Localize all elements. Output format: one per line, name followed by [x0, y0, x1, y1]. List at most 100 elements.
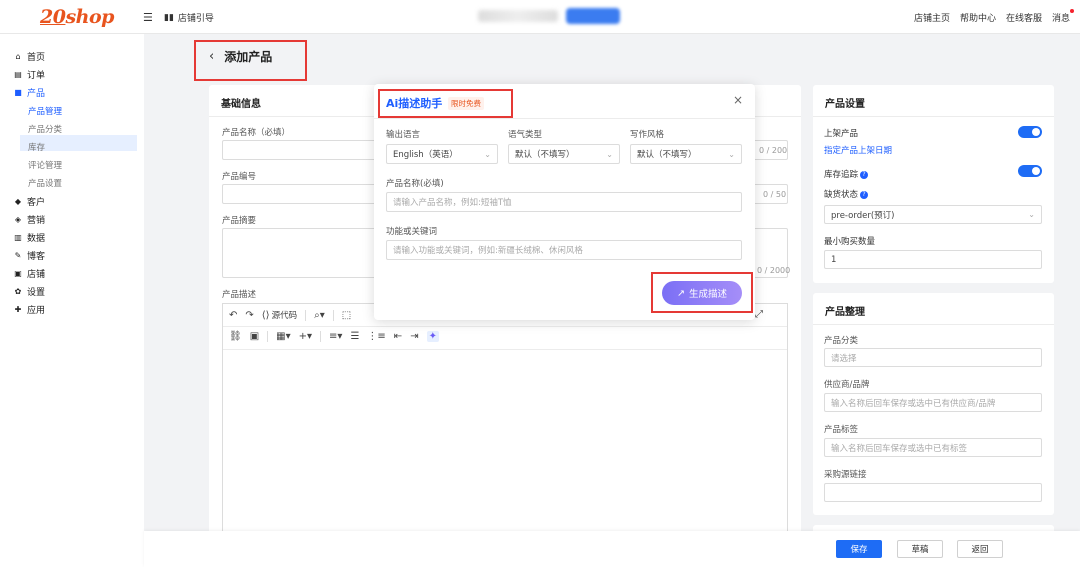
select-all-icon[interactable]: ⬚ — [342, 310, 351, 321]
card-divider — [813, 324, 1054, 325]
sidebar-sub-product-category[interactable]: 产品分类 — [28, 123, 62, 135]
chevron-down-icon: ⌄ — [1028, 210, 1035, 219]
min-qty-label: 最小购买数量 — [824, 237, 876, 247]
source-code-icon: ⟨⟩ — [261, 309, 270, 321]
help-icon[interactable]: ? — [860, 170, 869, 179]
category-label: 产品分类 — [824, 336, 859, 346]
product-summary-counter: 0 / 2000 — [757, 266, 791, 275]
sidebar-sub-reviews[interactable]: 评论管理 — [28, 159, 62, 171]
sidebar-item-marketing[interactable]: ◈ 营销 — [14, 213, 45, 226]
nav-messages[interactable]: 消息 — [1052, 9, 1074, 24]
min-qty-input[interactable]: 1 — [824, 250, 1042, 269]
ai-product-name-input[interactable]: 请输入产品名称，例如:短袖T恤 — [386, 192, 742, 212]
product-code-counter: 0 / 50 — [763, 190, 787, 199]
stockout-status-label: 缺货状态? — [824, 188, 869, 200]
editor-toolbar-row-1: ↶ ↷ ⟨⟩ 源代码 ⌕▾ ⬚ — [229, 309, 351, 321]
logo[interactable]: 20shop — [40, 6, 114, 28]
draft-button[interactable]: 草稿 — [897, 540, 943, 558]
highlight-box-title — [194, 40, 307, 81]
tags-input[interactable]: 输入名称后回车保存或选中已有标签 — [824, 438, 1042, 457]
sidebar-item-settings[interactable]: ✿ 设置 — [14, 285, 45, 298]
redo-icon[interactable]: ↷ — [245, 310, 253, 321]
sidebar-item-orders[interactable]: ▤ 订单 — [14, 68, 45, 81]
product-org-title: 产品整理 — [825, 307, 865, 318]
back-button[interactable]: 返回 — [957, 540, 1003, 558]
listing-date-link[interactable]: 指定产品上架日期 — [824, 144, 892, 156]
top-bar: 20shop ☰ ▮▮ 店铺引导 店铺主页 帮助中心 在线客服 消息 — [0, 0, 1080, 34]
listing-toggle[interactable] — [1018, 126, 1042, 138]
bullet-list-icon[interactable]: ☰ — [350, 331, 359, 342]
vendor-label: 供应商/品牌 — [824, 380, 870, 390]
sidebar-item-blog[interactable]: ✎ 博客 — [14, 249, 45, 262]
output-language-label: 输出语言 — [386, 130, 421, 140]
store-guide-label: 店铺引导 — [177, 14, 214, 24]
sidebar-sub-inventory[interactable]: 库存 — [28, 141, 45, 153]
toolbar-divider — [223, 326, 787, 327]
store-icon: ▣ — [14, 269, 22, 278]
table-icon[interactable]: ▦▾ — [276, 331, 290, 342]
bag-icon: ■ — [14, 88, 22, 97]
search-icon[interactable]: ⌕▾ — [314, 310, 325, 321]
save-button[interactable]: 保存 — [836, 540, 882, 558]
nav-online-support[interactable]: 在线客服 — [1006, 11, 1042, 24]
notification-dot — [1070, 9, 1074, 13]
writing-style-select[interactable]: 默认（不填写） ⌄ — [630, 144, 742, 164]
keywords-input[interactable]: 请输入功能或关键词，例如:新疆长绒棉、休闲风格 — [386, 240, 742, 260]
sidebar-sub-product-management[interactable]: 产品管理 — [28, 105, 62, 117]
rich-text-editor[interactable]: ↶ ↷ ⟨⟩ 源代码 ⌕▾ ⬚ ⤢ ⛓ ▣ ▦▾ +▾ ≡▾ ☰ ⋮≡ ⇤ ⇥ ✦ — [222, 303, 788, 533]
output-language-select[interactable]: English（英语） ⌄ — [386, 144, 498, 164]
source-code-button[interactable]: ⟨⟩ 源代码 — [261, 309, 297, 322]
writing-style-label: 写作风格 — [630, 130, 665, 140]
stockout-status-select[interactable]: pre-order(预订) ⌄ — [824, 205, 1042, 224]
tone-label: 语气类型 — [508, 130, 543, 140]
highlight-box-ai-title — [378, 89, 513, 118]
sidebar-item-products[interactable]: ■ 产品 — [14, 86, 45, 99]
blog-icon: ✎ — [14, 251, 22, 260]
fullscreen-icon[interactable]: ⤢ — [755, 309, 763, 320]
sidebar-sub-product-settings[interactable]: 产品设置 — [28, 177, 62, 189]
product-settings-card: 产品设置 上架产品 指定产品上架日期 库存追踪? 缺货状态? pre-order… — [813, 85, 1054, 283]
sidebar-item-customers[interactable]: ◆ 客户 — [14, 195, 45, 208]
vendor-input[interactable]: 输入名称后回车保存或选中已有供应商/品牌 — [824, 393, 1042, 412]
footer-bar: 保存 草稿 返回 — [144, 531, 1080, 567]
purchase-link-input[interactable] — [824, 483, 1042, 502]
outdent-icon[interactable]: ⇤ — [394, 331, 402, 342]
chart-icon: ▥ — [14, 233, 22, 242]
highlight-box-generate — [651, 272, 753, 313]
tone-select[interactable]: 默认（不填写） ⌄ — [508, 144, 620, 164]
purchase-link-label: 采购源链接 — [824, 470, 867, 480]
ai-magic-wand-icon[interactable]: ✦ — [426, 331, 439, 342]
store-badge-blurred[interactable] — [566, 8, 620, 24]
sidebar-item-home[interactable]: ⌂ 首页 — [14, 50, 45, 63]
chevron-down-icon: ⌄ — [728, 149, 735, 159]
insert-plus-icon[interactable]: +▾ — [299, 331, 312, 342]
nav-store-home[interactable]: 店铺主页 — [914, 11, 950, 24]
menu-icon[interactable]: ☰ — [143, 11, 153, 24]
sidebar-item-store[interactable]: ▣ 店铺 — [14, 267, 45, 280]
category-select[interactable]: 请选择 — [824, 348, 1042, 367]
editor-toolbar-row-2: ⛓ ▣ ▦▾ +▾ ≡▾ ☰ ⋮≡ ⇤ ⇥ ✦ — [229, 331, 439, 342]
sidebar-item-data[interactable]: ▥ 数据 — [14, 231, 45, 244]
product-summary-label: 产品摘要 — [222, 216, 257, 226]
indent-icon[interactable]: ⇥ — [410, 331, 418, 342]
align-icon[interactable]: ≡▾ — [329, 331, 342, 342]
help-icon[interactable]: ? — [860, 190, 869, 199]
modal-divider — [374, 118, 755, 119]
undo-icon[interactable]: ↶ — [229, 310, 237, 321]
ai-product-name-label: 产品名称(必填) — [386, 179, 444, 189]
numbered-list-icon[interactable]: ⋮≡ — [367, 331, 385, 342]
inventory-tracking-toggle[interactable] — [1018, 165, 1042, 177]
puzzle-icon: ✚ — [14, 305, 22, 314]
store-guide-link[interactable]: ▮▮ 店铺引导 — [164, 11, 214, 25]
close-icon[interactable]: × — [733, 93, 743, 107]
customer-icon: ◆ — [14, 197, 22, 206]
link-icon[interactable]: ⛓ — [229, 331, 242, 342]
image-icon[interactable]: ▣ — [250, 331, 259, 342]
sidebar-item-apps[interactable]: ✚ 应用 — [14, 303, 45, 316]
toolbar-separator — [332, 309, 334, 321]
product-code-label: 产品编号 — [222, 172, 257, 182]
inventory-tracking-label: 库存追踪? — [824, 168, 869, 180]
nav-help-center[interactable]: 帮助中心 — [960, 11, 996, 24]
toolbar-divider — [223, 349, 787, 350]
tag-icon: ◈ — [14, 215, 22, 224]
